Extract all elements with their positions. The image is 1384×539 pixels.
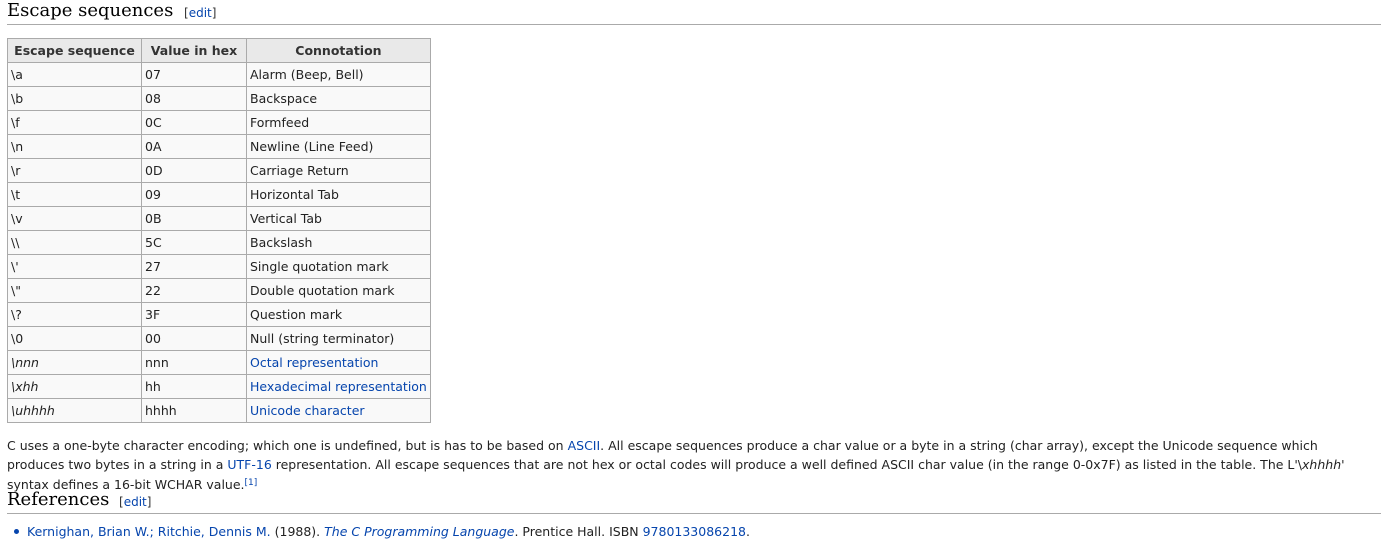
table-row: \? 3F Question mark [7,302,431,327]
table-row: \nnn nnn Octal representation [7,350,431,375]
utf16-link[interactable]: UTF-16 [227,457,271,472]
connotation-cell: Horizontal Tab [246,182,431,207]
section-title: References [7,489,110,510]
hex-value-cell: 3F [141,302,247,327]
escape-sequence-cell: \nnn [7,350,142,375]
hex-value-cell: 22 [141,278,247,303]
isbn-link[interactable]: 9780133086218 [643,524,746,539]
escape-sequence-cell: \b [7,86,142,111]
connotation-cell: Hexadecimal representation [246,374,431,399]
hex-value-cell: 5C [141,230,247,255]
connotation-cell: Newline (Line Feed) [246,134,431,159]
paragraph-text: representation. All escape sequences tha… [271,457,1303,472]
connotation-cell: Octal representation [246,350,431,375]
ascii-link[interactable]: ASCII [568,438,601,453]
table-row: \r 0D Carriage Return [7,158,431,183]
edit-link[interactable]: edit [189,6,212,20]
table-row: \uhhhh hhhh Unicode character [7,398,431,423]
table-row: \xhh hh Hexadecimal representation [7,374,431,399]
table-row: \0 00 Null (string terminator) [7,326,431,351]
table-row: \" 22 Double quotation mark [7,278,431,303]
table-row: \\ 5C Backslash [7,230,431,255]
hexadecimal-representation-link[interactable]: Hexadecimal representation [250,379,427,394]
escape-sequence-cell: \f [7,110,142,135]
connotation-cell: Single quotation mark [246,254,431,279]
connotation-cell: Backspace [246,86,431,111]
hex-value-cell: hhhh [141,398,247,423]
table-row: \n 0A Newline (Line Feed) [7,134,431,159]
hex-value-cell: hh [141,374,247,399]
connotation-cell: Null (string terminator) [246,326,431,351]
escape-sequence-cell: \r [7,158,142,183]
escape-sequence-cell: \a [7,62,142,87]
hex-value-cell: 0D [141,158,247,183]
hex-value-cell: 07 [141,62,247,87]
footnote-link[interactable]: [1] [245,478,258,488]
section-heading-references: References [edit] [7,489,1381,514]
hex-value-cell: 09 [141,182,247,207]
table-row: \t 09 Horizontal Tab [7,182,431,207]
escape-sequence-cell: \\ [7,230,142,255]
edit-section-link[interactable]: [edit] [119,495,151,509]
table-row: \b 08 Backspace [7,86,431,111]
connotation-cell: Formfeed [246,110,431,135]
hex-value-cell: 00 [141,326,247,351]
paragraph-text: C uses a one-byte character encoding; wh… [7,438,568,453]
reference-end: . [745,524,750,539]
column-header-escape-sequence[interactable]: Escape sequence [7,38,142,63]
escape-sequence-table: Escape sequence Value in hex Connotation… [7,38,431,423]
connotation-cell: Question mark [246,302,431,327]
escape-sequence-cell: \t [7,182,142,207]
escape-sequence-cell: \uhhhh [7,398,142,423]
connotation-cell: Carriage Return [246,158,431,183]
section-heading-escape-sequences: Escape sequences [edit] [7,0,1381,25]
table-row: \f 0C Formfeed [7,110,431,135]
connotation-cell: Backslash [246,230,431,255]
list-item: Kernighan, Brian W.; Ritchie, Dennis M. … [14,524,750,539]
octal-representation-link[interactable]: Octal representation [250,355,378,370]
authors-link[interactable]: Kernighan, Brian W.; Ritchie, Dennis M. [27,524,271,539]
connotation-cell: Double quotation mark [246,278,431,303]
hex-value-cell: nnn [141,350,247,375]
escape-sequence-cell: \0 [7,326,142,351]
escape-sequence-cell: \xhh [7,374,142,399]
hex-value-cell: 08 [141,86,247,111]
escape-sequence-cell: \' [7,254,142,279]
escape-sequence-cell: \v [7,206,142,231]
table-row: \v 0B Vertical Tab [7,206,431,231]
section-title: Escape sequences [7,0,174,21]
references-list: Kernighan, Brian W.; Ritchie, Dennis M. … [14,524,750,539]
encoding-paragraph: C uses a one-byte character encoding; wh… [7,436,1379,494]
column-header-value-in-hex[interactable]: Value in hex [141,38,247,63]
book-title-link[interactable]: The C Programming Language [324,524,514,539]
escape-sequence-cell: \n [7,134,142,159]
connotation-cell: Unicode character [246,398,431,423]
escape-sequence-cell: \" [7,278,142,303]
edit-section-link[interactable]: [edit] [184,6,216,20]
reference-publisher: . Prentice Hall. ISBN [514,524,643,539]
hex-value-cell: 27 [141,254,247,279]
reference-year: (1988). [270,524,325,539]
hex-value-cell: 0C [141,110,247,135]
unicode-character-link[interactable]: Unicode character [250,403,365,418]
hex-value-cell: 0A [141,134,247,159]
paragraph-italic-text: xhhhh [1302,457,1342,472]
table-row: \' 27 Single quotation mark [7,254,431,279]
edit-link[interactable]: edit [124,495,147,509]
escape-sequence-cell: \? [7,302,142,327]
column-header-connotation[interactable]: Connotation [246,38,431,63]
table-header-row: Escape sequence Value in hex Connotation [7,38,431,63]
table-row: \a 07 Alarm (Beep, Bell) [7,62,431,87]
connotation-cell: Vertical Tab [246,206,431,231]
hex-value-cell: 0B [141,206,247,231]
connotation-cell: Alarm (Beep, Bell) [246,62,431,87]
